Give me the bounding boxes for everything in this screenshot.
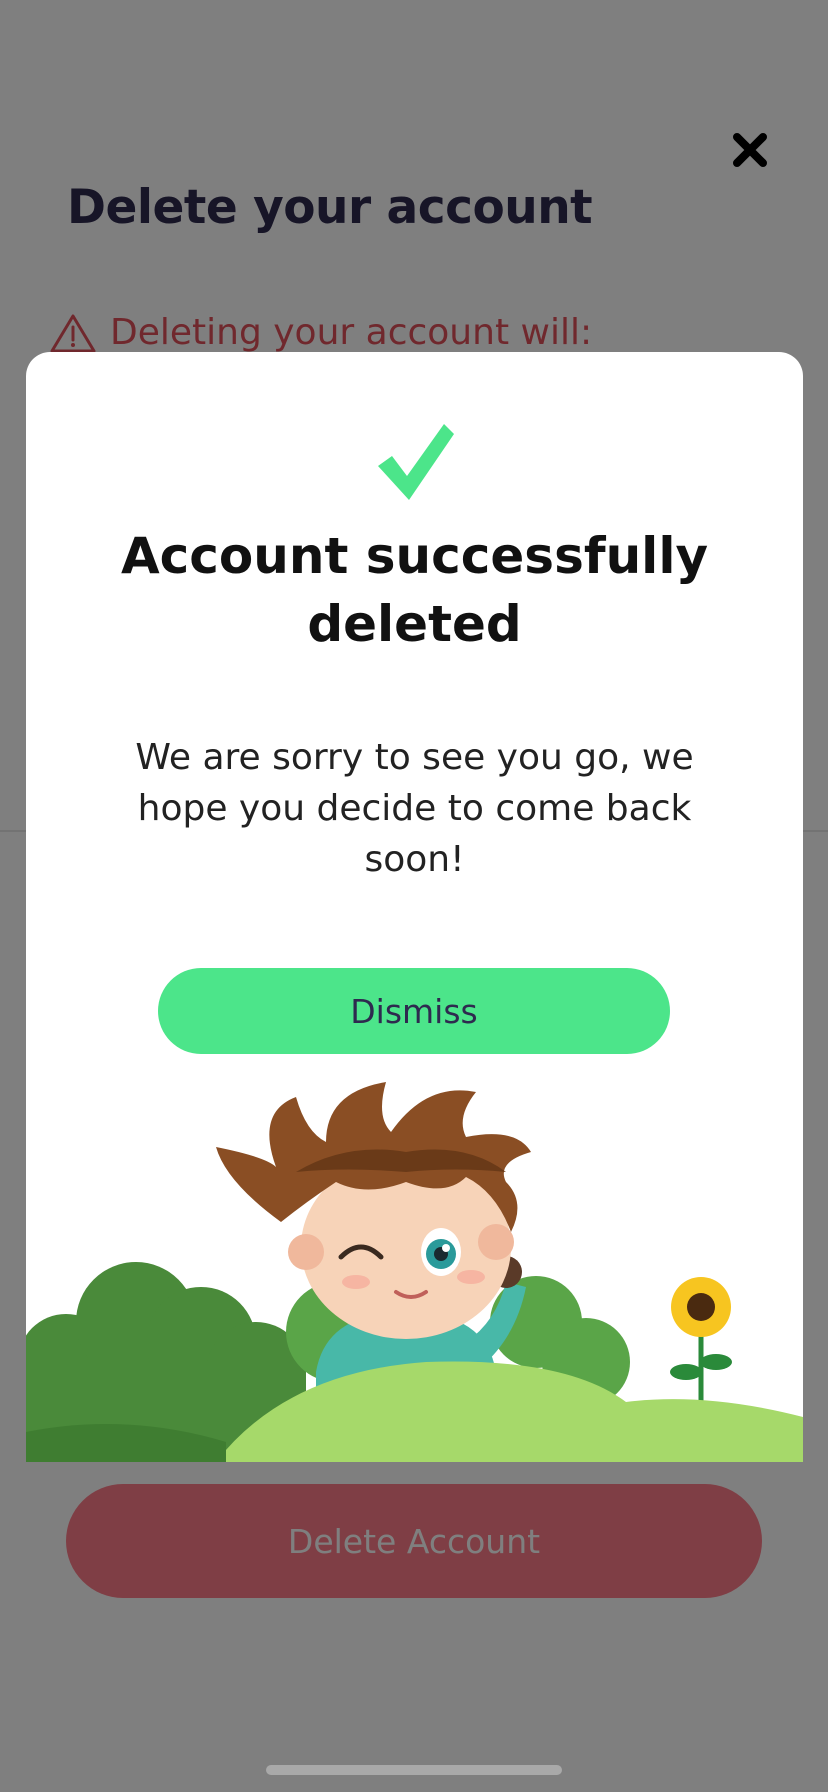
sunflower — [670, 1277, 732, 1417]
modal-message: We are sorry to see you go, we hope you … — [135, 737, 694, 880]
success-modal: Account successfully deleted We are sorr… — [26, 352, 803, 1462]
farewell-illustration — [26, 1082, 803, 1462]
home-indicator[interactable] — [266, 1765, 562, 1775]
checkmark-icon — [378, 424, 454, 500]
modal-title: Account successfully deleted — [120, 527, 709, 653]
dismiss-button[interactable]: Dismiss — [158, 968, 670, 1054]
